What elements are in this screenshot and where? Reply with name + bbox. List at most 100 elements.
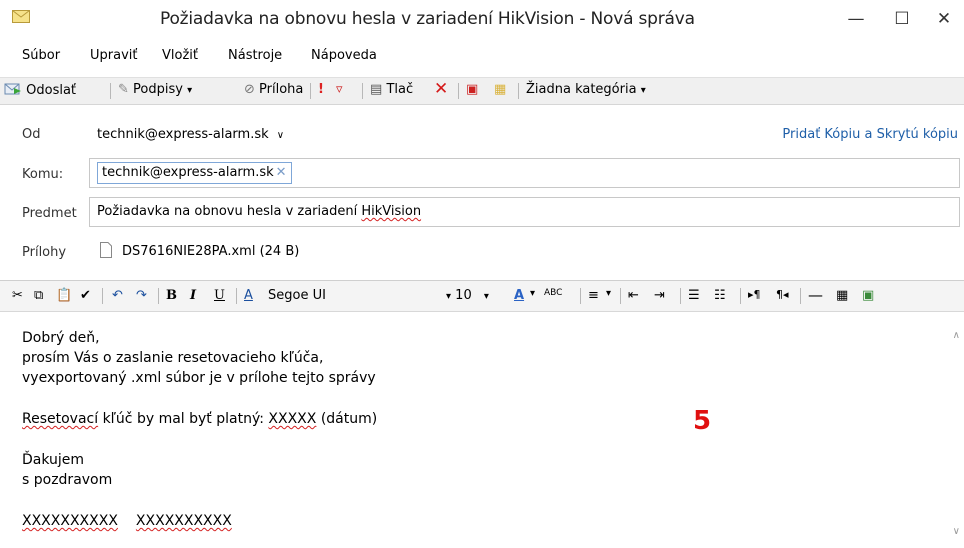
send-icon	[4, 83, 21, 95]
toolbar-divider	[620, 288, 621, 304]
minimize-button[interactable]: —	[836, 6, 876, 32]
body-line-attachment-note: vyexportovaný .xml súbor je v prílohe te…	[22, 370, 376, 386]
category-dropdown[interactable]: Žiadna kategória ▾	[526, 82, 646, 97]
bullet-list-icon[interactable]: ☷	[714, 288, 726, 303]
menu-tools[interactable]: Nástroje	[228, 48, 282, 63]
add-cc-bcc-link[interactable]: Pridať Kópiu a Skrytú kópiu	[782, 127, 958, 142]
toolbar-divider	[110, 83, 111, 99]
body-line-greeting: Dobrý deň,	[22, 330, 100, 346]
subject-text: Požiadavka na obnovu hesla v zariadení	[97, 204, 362, 219]
flag-icon[interactable]: ▿	[336, 82, 343, 97]
menu-edit[interactable]: Upraviť	[90, 48, 137, 63]
font-style-icon[interactable]: A	[244, 288, 253, 303]
toolbar-divider	[158, 288, 159, 304]
signature-placeholder-last: XXXXXXXXXX	[135, 513, 232, 529]
rtl-icon[interactable]: ¶◂	[776, 288, 789, 301]
step-number: 5	[693, 406, 712, 436]
body-line-validity: Resetovací kľúč by mal byť platný: XXXXX…	[22, 411, 377, 427]
font-size-select[interactable]: ▾ 10 ▾	[446, 288, 489, 303]
from-value: technik@express-alarm.sk	[97, 127, 269, 142]
attachment-label: Príloha	[259, 82, 304, 97]
undo-icon[interactable]: ↶	[112, 288, 123, 303]
scroll-up-icon[interactable]: ∧	[953, 330, 960, 341]
toolbar-divider	[740, 288, 741, 304]
signatures-button[interactable]: ✎ Podpisy ▾	[118, 82, 192, 97]
paste-icon[interactable]: 📋	[56, 288, 72, 303]
body-line-thanks: Ďakujem	[22, 452, 85, 468]
bold-icon[interactable]: B	[166, 288, 177, 303]
scroll-down-icon[interactable]: ∨	[953, 526, 960, 537]
toolbar-divider	[102, 288, 103, 304]
chevron-down-icon: ▾	[187, 85, 193, 96]
redo-icon[interactable]: ↷	[136, 288, 147, 303]
underline-icon[interactable]: U	[214, 288, 225, 303]
toolbar-divider	[580, 288, 581, 304]
recipient-chip[interactable]: technik@express-alarm.sk ✕	[97, 162, 292, 184]
signature-placeholder-first: XXXXXXXXXX	[22, 513, 118, 529]
date-hint: (dátum)	[316, 411, 378, 427]
placeholder-date: XXXXX	[268, 411, 317, 427]
high-priority-icon[interactable]: !	[318, 82, 324, 97]
chevron-down-icon[interactable]: ▾	[606, 288, 611, 299]
chevron-down-icon[interactable]: ▾	[530, 288, 535, 299]
toolbar-divider	[458, 83, 459, 99]
to-label: Komu:	[22, 167, 64, 182]
misspelled-word: Resetovací	[22, 411, 99, 427]
chevron-down-icon: ▾	[483, 291, 489, 302]
attachment-button[interactable]: ⊘ Príloha	[244, 82, 303, 97]
envelope-icon	[12, 10, 30, 23]
copy-icon[interactable]: ⧉	[34, 288, 43, 303]
attachment-item[interactable]: DS7616NIE28PA.xml (24 B)	[100, 242, 299, 259]
validity-text: kľúč by mal byť platný:	[98, 411, 269, 427]
subject-text-misspelled: HikVision	[361, 204, 422, 219]
clipboard-icon[interactable]: ▦	[494, 82, 506, 97]
italic-icon[interactable]: I	[190, 288, 196, 303]
maximize-button[interactable]: ☐	[882, 6, 922, 32]
body-line-signature: XXXXXXXXXX XXXXXXXXXX	[22, 513, 232, 529]
from-selector[interactable]: technik@express-alarm.sk ∨	[97, 127, 284, 142]
font-name-select[interactable]: Segoe UI	[268, 288, 326, 303]
numbered-list-icon[interactable]: ☰	[688, 288, 700, 303]
window-title: Požiadavka na obnovu hesla v zariadení H…	[160, 9, 695, 29]
toolbar-divider	[310, 83, 311, 99]
paperclip-icon: ⊘	[244, 82, 255, 97]
attachment-filename: DS7616NIE28PA.xml (24 B)	[122, 244, 300, 259]
outdent-icon[interactable]: ⇤	[628, 288, 639, 303]
cut-icon[interactable]: ✂	[12, 288, 23, 303]
send-label: Odoslať	[26, 83, 77, 98]
pen-icon: ✎	[118, 82, 129, 97]
format-painter-icon[interactable]: ✔	[80, 288, 91, 303]
text-color-icon[interactable]: A	[514, 288, 524, 303]
from-label: Od	[22, 127, 41, 142]
address-book-icon[interactable]: ▣	[466, 82, 478, 97]
image-icon[interactable]: ▣	[862, 288, 874, 303]
chevron-down-icon: ▾	[640, 85, 646, 96]
remove-recipient-icon[interactable]: ✕	[276, 165, 287, 180]
font-size-value: 10	[455, 288, 472, 303]
ltr-icon[interactable]: ▸¶	[748, 288, 761, 301]
to-field[interactable]: technik@express-alarm.sk ✕	[89, 158, 960, 188]
indent-icon[interactable]: ⇥	[654, 288, 665, 303]
spellcheck-icon[interactable]: ABC	[544, 288, 562, 298]
title-bar: Požiadavka na obnovu hesla v zariadení H…	[0, 0, 964, 40]
close-button[interactable]: ✕	[924, 6, 964, 32]
body-line-regards: s pozdravom	[22, 472, 113, 488]
toolbar-divider	[362, 83, 363, 99]
align-icon[interactable]: ≡	[588, 288, 599, 303]
subject-value: Požiadavka na obnovu hesla v zariadení H…	[97, 204, 421, 219]
main-toolbar: Odoslať ✎ Podpisy ▾ ⊘ Príloha ! ▿ ▤ Tlač…	[0, 77, 964, 105]
file-icon	[100, 242, 112, 258]
subject-field[interactable]: Požiadavka na obnovu hesla v zariadení H…	[89, 197, 960, 227]
delete-icon[interactable]: ✕	[434, 79, 448, 99]
print-button[interactable]: ▤ Tlač	[370, 82, 413, 97]
menu-insert[interactable]: Vložiť	[162, 48, 198, 63]
chevron-down-icon: ∨	[276, 130, 285, 141]
table-icon[interactable]: ▦	[836, 288, 848, 303]
menu-file[interactable]: Súbor	[22, 48, 60, 63]
menu-help[interactable]: Nápoveda	[311, 48, 377, 63]
send-button[interactable]: Odoslať	[4, 82, 76, 98]
body-line-request: prosím Vás o zaslanie resetovacieho kľúč…	[22, 350, 324, 366]
format-toolbar: ✂ ⧉ 📋 ✔ ↶ ↷ B I U A Segoe UI ▾ 10 ▾ A ▾ …	[0, 280, 964, 312]
horizontal-line-icon[interactable]: —	[808, 286, 823, 304]
attachments-label: Prílohy	[22, 245, 67, 260]
